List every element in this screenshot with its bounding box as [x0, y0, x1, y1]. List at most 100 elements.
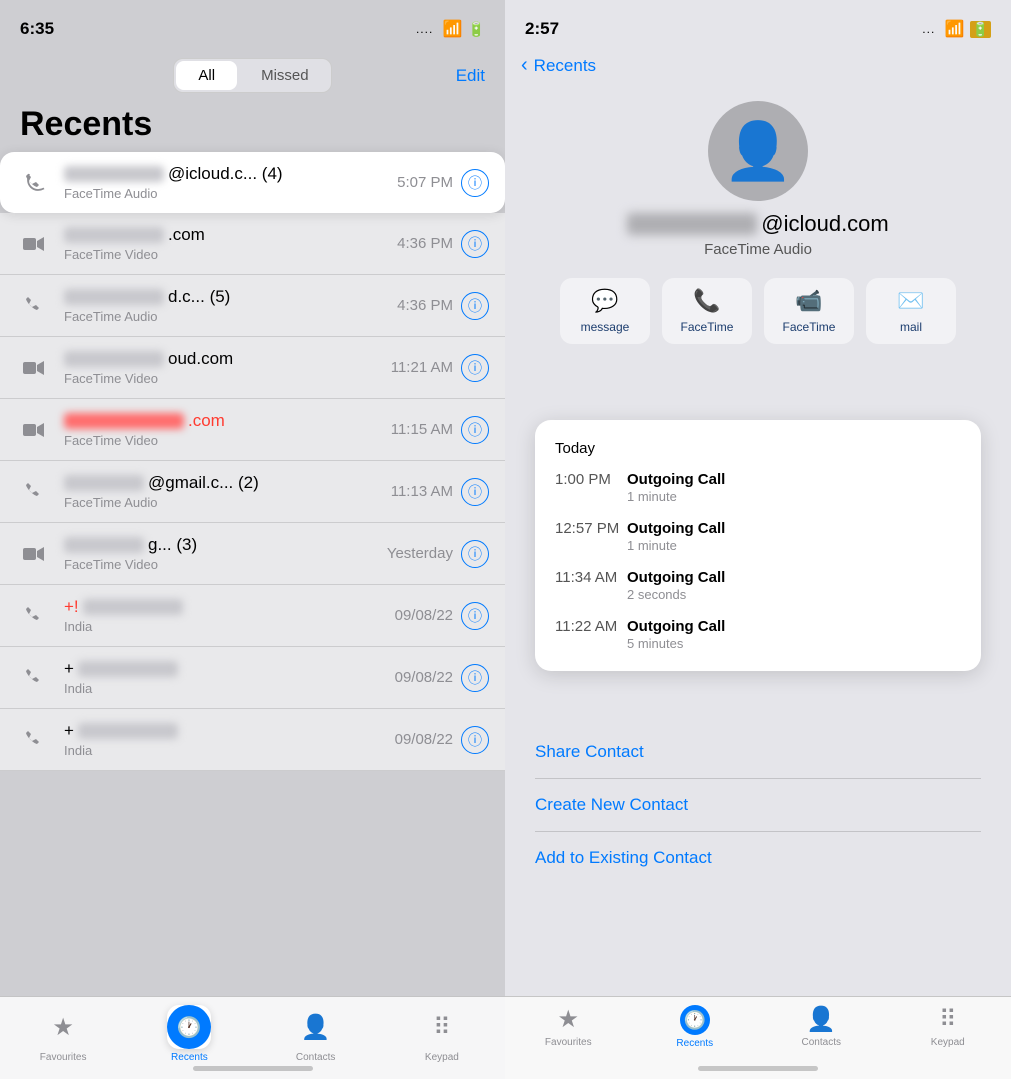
- add-to-contact-link[interactable]: Add to Existing Contact: [535, 832, 981, 884]
- right-panel: 2:57 ... 📶 🔋 ‹ Recents 👤 @icloud.com Fac…: [505, 0, 1011, 1079]
- call-info-1: @icloud.c... (4) FaceTime Audio: [64, 164, 397, 201]
- call-name-suffix-2: .com: [168, 225, 205, 245]
- recent-item-2[interactable]: .com FaceTime Video 4:36 PM ⓘ: [0, 213, 505, 275]
- call-type-icon-9: [16, 660, 52, 696]
- call-time-4: 11:21 AM: [391, 359, 453, 376]
- info-button-8[interactable]: ⓘ: [461, 602, 489, 630]
- star-icon: ★: [52, 1013, 74, 1042]
- call-meta-8: 09/08/22 ⓘ: [395, 602, 489, 630]
- call-info-8: +! India: [64, 597, 395, 634]
- chevron-left-icon: ‹: [521, 54, 528, 77]
- back-button[interactable]: ‹ Recents: [521, 54, 596, 77]
- recent-item-9[interactable]: + India 09/08/22 ⓘ: [0, 647, 505, 709]
- filter-all-button[interactable]: All: [176, 61, 237, 90]
- call-time-6: 11:13 AM: [391, 483, 453, 500]
- create-contact-link[interactable]: Create New Contact: [535, 779, 981, 832]
- tab-recents-right[interactable]: 🕐 Recents: [665, 1005, 725, 1049]
- person-icon: 👤: [723, 118, 793, 184]
- call-info-9: + India: [64, 659, 395, 696]
- call-meta-9: 09/08/22 ⓘ: [395, 664, 489, 692]
- call-time-7: Yesterday: [387, 545, 453, 562]
- call-time-5: 11:15 AM: [391, 421, 453, 438]
- recent-item-10[interactable]: + India 09/08/22 ⓘ: [0, 709, 505, 771]
- tab-keypad-right[interactable]: ⠿ Keypad: [918, 1005, 978, 1048]
- history-duration-4: 5 minutes: [627, 636, 961, 651]
- recent-item-5[interactable]: .com FaceTime Video 11:15 AM ⓘ: [0, 399, 505, 461]
- call-name-10: +: [64, 721, 395, 741]
- info-button-10[interactable]: ⓘ: [461, 726, 489, 754]
- contact-avatar: 👤: [708, 101, 808, 201]
- call-subtype-3: FaceTime Audio: [64, 309, 397, 324]
- recent-item-6[interactable]: @gmail.c... (2) FaceTime Audio 11:13 AM …: [0, 461, 505, 523]
- call-meta-3: 4:36 PM ⓘ: [397, 292, 489, 320]
- info-button-4[interactable]: ⓘ: [461, 354, 489, 382]
- action-facetime-video-button[interactable]: 📹 FaceTime: [764, 278, 854, 344]
- info-button-1[interactable]: ⓘ: [461, 169, 489, 197]
- info-button-2[interactable]: ⓘ: [461, 230, 489, 258]
- call-meta-4: 11:21 AM ⓘ: [391, 354, 489, 382]
- call-subtype-10: India: [64, 743, 395, 758]
- action-buttons-row: 💬 message 📞 FaceTime 📹 FaceTime ✉️ mail: [505, 266, 1011, 356]
- info-button-3[interactable]: ⓘ: [461, 292, 489, 320]
- contact-name-suffix: @icloud.com: [761, 211, 889, 237]
- tab-favourites-left[interactable]: ★ Favourites: [33, 1005, 93, 1063]
- left-tab-bar: ★ Favourites 🕐 Recents 👤 Contacts ⠿ Keyp…: [0, 996, 505, 1079]
- tab-favourites-right[interactable]: ★ Favourites: [538, 1005, 598, 1048]
- tab-contacts-left[interactable]: 👤 Contacts: [286, 1005, 346, 1063]
- right-time: 2:57: [525, 19, 559, 39]
- name-blur-7: [64, 537, 144, 553]
- call-name-4: oud.com: [64, 349, 391, 369]
- recent-item-7[interactable]: g... (3) FaceTime Video Yesterday ⓘ: [0, 523, 505, 585]
- mail-label: mail: [900, 320, 922, 334]
- action-message-button[interactable]: 💬 message: [560, 278, 650, 344]
- call-time-3: 4:36 PM: [397, 297, 453, 314]
- call-subtype-5: FaceTime Video: [64, 433, 391, 448]
- call-type-icon-3: [16, 288, 52, 324]
- history-details-3: Outgoing Call 2 seconds: [627, 569, 961, 602]
- call-time-10: 09/08/22: [395, 731, 453, 748]
- battery-icon: 🔋: [468, 21, 485, 38]
- call-name-prefix-10: +: [64, 721, 74, 741]
- clock-icon-right: 🕐: [684, 1010, 706, 1031]
- tab-favourites-icon-wrapper: ★: [41, 1005, 85, 1049]
- edit-button[interactable]: Edit: [456, 66, 485, 86]
- history-time-4: 11:22 AM: [555, 618, 627, 651]
- right-wifi-icon: 📶: [945, 19, 965, 39]
- action-mail-button[interactable]: ✉️ mail: [866, 278, 956, 344]
- contact-name-blur: [627, 213, 757, 235]
- info-button-7[interactable]: ⓘ: [461, 540, 489, 568]
- tab-contacts-right[interactable]: 👤 Contacts: [791, 1005, 851, 1048]
- recent-item-1[interactable]: @icloud.c... (4) FaceTime Audio 5:07 PM …: [0, 152, 505, 213]
- right-status-icons: ... 📶 🔋: [922, 19, 991, 39]
- contact-name: @icloud.com: [627, 211, 889, 237]
- info-button-5[interactable]: ⓘ: [461, 416, 489, 444]
- recent-item-4[interactable]: oud.com FaceTime Video 11:21 AM ⓘ: [0, 337, 505, 399]
- keypad-icon-right: ⠿: [939, 1005, 957, 1034]
- recent-item-8[interactable]: +! India 09/08/22 ⓘ: [0, 585, 505, 647]
- name-blur-1: [64, 166, 164, 182]
- history-call-type-1: Outgoing Call: [627, 471, 961, 488]
- call-time-8: 09/08/22: [395, 607, 453, 624]
- facetime-video-label: FaceTime: [783, 320, 836, 334]
- info-button-6[interactable]: ⓘ: [461, 478, 489, 506]
- call-type-icon-2: [16, 226, 52, 262]
- call-name-suffix-5: .com: [188, 411, 225, 431]
- tab-contacts-label-left: Contacts: [296, 1052, 335, 1063]
- action-facetime-audio-button[interactable]: 📞 FaceTime: [662, 278, 752, 344]
- share-contact-link[interactable]: Share Contact: [535, 726, 981, 779]
- tab-keypad-left[interactable]: ⠿ Keypad: [412, 1005, 472, 1063]
- contacts-icon-right: 👤: [806, 1005, 836, 1034]
- tab-recents-left[interactable]: 🕐 Recents: [159, 1005, 219, 1063]
- call-name-prefix-8: +!: [64, 597, 79, 617]
- tab-keypad-label-left: Keypad: [425, 1052, 459, 1063]
- facetime-audio-icon: 📞: [693, 288, 720, 314]
- history-section-title: Today: [555, 440, 961, 457]
- name-blur-8: [83, 599, 183, 615]
- right-nav-bar: ‹ Recents: [505, 50, 1011, 85]
- info-button-9[interactable]: ⓘ: [461, 664, 489, 692]
- call-meta-10: 09/08/22 ⓘ: [395, 726, 489, 754]
- recent-item-3[interactable]: d.c... (5) FaceTime Audio 4:36 PM ⓘ: [0, 275, 505, 337]
- left-status-bar: 6:35 .... 📶 🔋: [0, 0, 505, 50]
- filter-missed-button[interactable]: Missed: [239, 59, 331, 92]
- call-name-suffix-7: g... (3): [148, 535, 197, 555]
